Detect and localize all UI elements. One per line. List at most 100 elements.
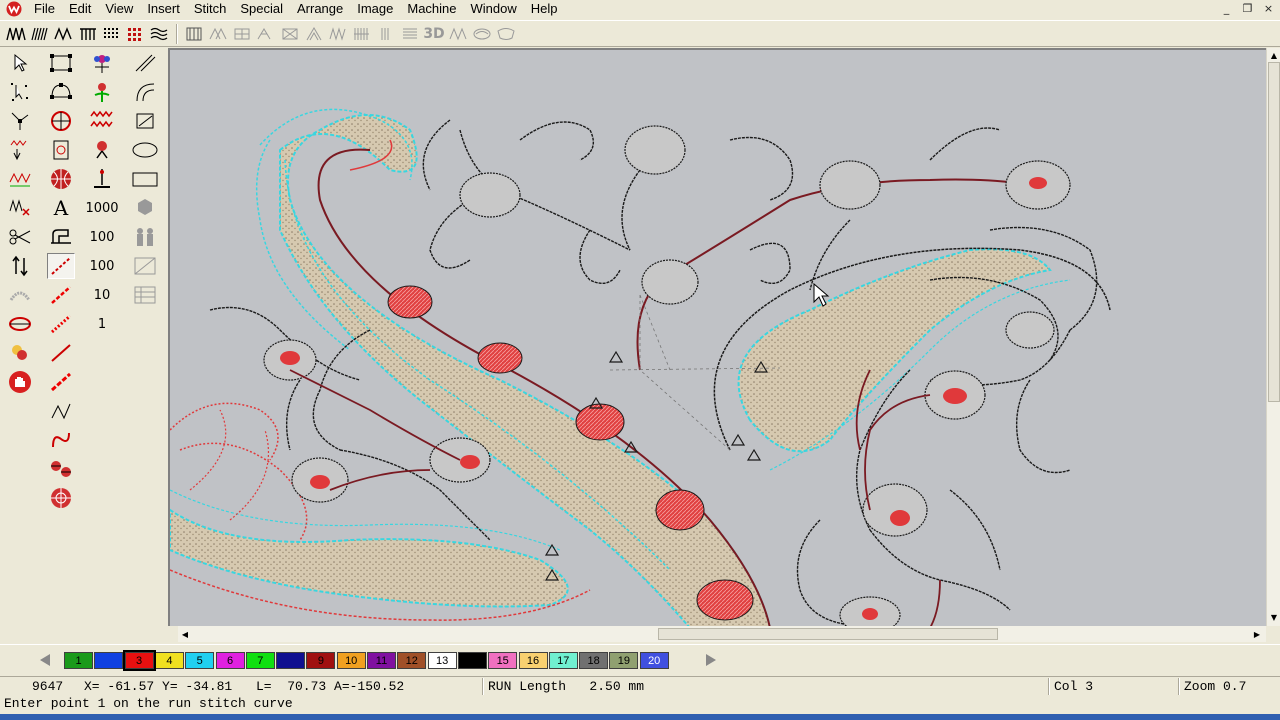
- menu-view[interactable]: View: [98, 0, 140, 18]
- applique-icon[interactable]: [494, 22, 518, 46]
- menu-help[interactable]: Help: [524, 0, 565, 18]
- hoop-icon[interactable]: [6, 311, 34, 337]
- run-zigzag-icon[interactable]: [52, 22, 76, 46]
- sphere-grid-icon[interactable]: [47, 166, 75, 192]
- thread-swatch[interactable]: 7: [245, 652, 275, 669]
- thread-swatch[interactable]: 18: [579, 652, 609, 669]
- thread-swatch[interactable]: 10: [336, 652, 366, 669]
- count-100-top[interactable]: 100: [88, 224, 116, 250]
- motif-run-icon[interactable]: [47, 369, 75, 395]
- count-1[interactable]: 1: [88, 311, 116, 337]
- select-arrow-icon[interactable]: [6, 50, 34, 76]
- run-stitch-tool[interactable]: [47, 253, 75, 279]
- menu-file[interactable]: File: [27, 0, 62, 18]
- stitch-wave-icon[interactable]: [6, 166, 34, 192]
- color-change-icon[interactable]: [6, 340, 34, 366]
- stitch-break-icon[interactable]: [6, 195, 34, 221]
- close-button[interactable]: ×: [1261, 1, 1276, 16]
- scroll-left-icon[interactable]: ◀: [178, 627, 192, 641]
- ellipse-icon[interactable]: [131, 137, 159, 163]
- circular-design-icon[interactable]: [47, 485, 75, 511]
- count-1000[interactable]: 1000: [84, 195, 120, 221]
- wave-3d-icon[interactable]: [446, 22, 470, 46]
- hatch-fill-icon[interactable]: [254, 22, 278, 46]
- menu-window[interactable]: Window: [464, 0, 524, 18]
- line-fill-icon[interactable]: [374, 22, 398, 46]
- thread-swatch[interactable]: 4: [154, 652, 184, 669]
- minimize-button[interactable]: _: [1219, 1, 1234, 16]
- bar-fill-icon[interactable]: [398, 22, 422, 46]
- bean-stitch-icon[interactable]: [47, 340, 75, 366]
- column-stitch-icon[interactable]: [76, 22, 100, 46]
- thread-swatch[interactable]: 13: [427, 652, 457, 669]
- digitize-icon[interactable]: [47, 137, 75, 163]
- red-zigzag-icon[interactable]: [88, 108, 116, 134]
- thread-swatch[interactable]: 16: [518, 652, 548, 669]
- menu-image[interactable]: Image: [350, 0, 400, 18]
- thread-swatch[interactable]: 9: [306, 652, 336, 669]
- satin-stitch-icon[interactable]: [28, 22, 52, 46]
- fill-dots-icon[interactable]: [124, 22, 148, 46]
- run-stitch-red-icon[interactable]: [47, 282, 75, 308]
- vertical-scrollbar[interactable]: ▲ ▼: [1266, 48, 1280, 626]
- horizontal-scroll-thumb[interactable]: [658, 628, 998, 640]
- edit-points-icon[interactable]: [6, 108, 34, 134]
- stripe-fill-icon[interactable]: [350, 22, 374, 46]
- menu-insert[interactable]: Insert: [140, 0, 187, 18]
- thread-swatch[interactable]: 17: [548, 652, 578, 669]
- thread-swatch[interactable]: 1: [64, 652, 93, 669]
- fill-grid-icon[interactable]: [100, 22, 124, 46]
- flower-green-icon[interactable]: [88, 79, 116, 105]
- bow-icon[interactable]: [88, 137, 116, 163]
- thread-swatch[interactable]: [276, 652, 306, 669]
- rectangle-icon[interactable]: [131, 166, 159, 192]
- figures-icon[interactable]: [131, 224, 159, 250]
- letter-a[interactable]: A: [47, 195, 75, 221]
- count-100[interactable]: 100: [88, 253, 116, 279]
- menu-stitch[interactable]: Stitch: [187, 0, 234, 18]
- zigzag-fill-icon[interactable]: [326, 22, 350, 46]
- thread-swatch[interactable]: 11: [367, 652, 396, 669]
- flower-color-icon[interactable]: [88, 50, 116, 76]
- curve-icon[interactable]: [47, 427, 75, 453]
- thread-swatch[interactable]: 20: [639, 652, 669, 669]
- point-select-icon[interactable]: [6, 79, 34, 105]
- fan-icon[interactable]: [6, 282, 34, 308]
- trend-grid-icon[interactable]: [131, 253, 159, 279]
- menu-machine[interactable]: Machine: [400, 0, 463, 18]
- box-select-icon[interactable]: [47, 50, 75, 76]
- vertical-scroll-thumb[interactable]: [1268, 62, 1280, 402]
- list-grid-icon[interactable]: [131, 282, 159, 308]
- menu-edit[interactable]: Edit: [62, 0, 98, 18]
- shape-select-icon[interactable]: [47, 79, 75, 105]
- thread-swatch[interactable]: 12: [397, 652, 427, 669]
- grid-select-icon[interactable]: [182, 22, 206, 46]
- menu-special[interactable]: Special: [233, 0, 290, 18]
- thread-swatch[interactable]: [457, 652, 487, 669]
- stop-hand-icon[interactable]: [6, 369, 34, 395]
- horizontal-scrollbar[interactable]: ◀ ▶: [178, 626, 1266, 642]
- thread-swatch[interactable]: 5: [185, 652, 215, 669]
- design-canvas[interactable]: [168, 48, 1266, 626]
- thread-swatch[interactable]: [94, 652, 124, 669]
- color-prev-icon[interactable]: [34, 649, 56, 671]
- scroll-right-icon[interactable]: ▶: [1250, 627, 1264, 641]
- freehand-icon[interactable]: [131, 108, 159, 134]
- wave-fill-icon[interactable]: [148, 22, 172, 46]
- cross-fill-icon[interactable]: [278, 22, 302, 46]
- rotate-icon[interactable]: [47, 108, 75, 134]
- polyline-icon[interactable]: [47, 398, 75, 424]
- three-d-button[interactable]: 3D: [422, 22, 446, 46]
- thread-swatch[interactable]: 15: [488, 652, 518, 669]
- sew-machine-icon[interactable]: [47, 224, 75, 250]
- design-scatter-icon[interactable]: [47, 456, 75, 482]
- stitch-edit-icon[interactable]: [6, 137, 34, 163]
- triangle-fill-icon[interactable]: [302, 22, 326, 46]
- arc-icon[interactable]: [131, 79, 159, 105]
- stamp-icon[interactable]: [131, 195, 159, 221]
- triple-stitch-icon[interactable]: [47, 311, 75, 337]
- scissors-icon[interactable]: [6, 224, 34, 250]
- thread-swatch[interactable]: 19: [609, 652, 639, 669]
- move-stitch-icon[interactable]: [6, 253, 34, 279]
- thread-swatch[interactable]: 3: [122, 650, 156, 671]
